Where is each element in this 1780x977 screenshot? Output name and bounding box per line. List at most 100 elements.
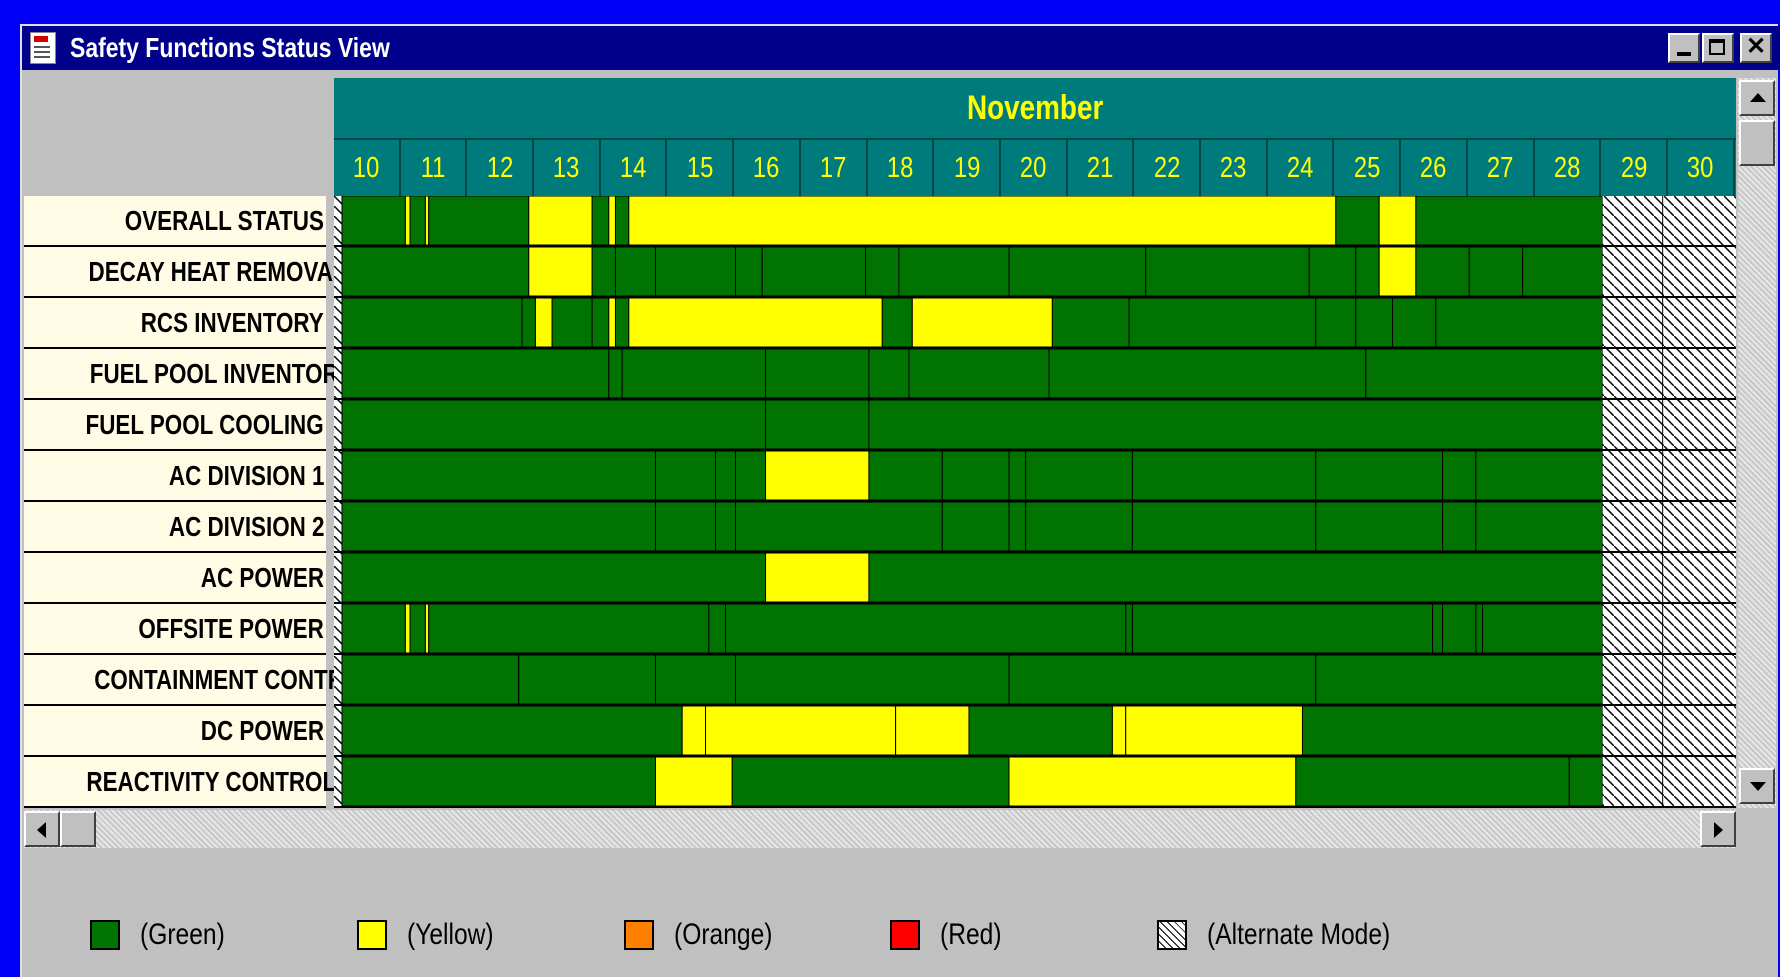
green-status-segment[interactable] bbox=[765, 348, 870, 399]
row-label[interactable]: REACTIVITY CONTROL bbox=[24, 757, 336, 808]
green-status-segment[interactable] bbox=[1301, 705, 1604, 756]
green-status-segment[interactable] bbox=[341, 246, 530, 297]
yellow-status-segment[interactable] bbox=[1111, 705, 1127, 756]
horizontal-scrollbar[interactable] bbox=[24, 810, 1736, 848]
yellow-status-segment[interactable] bbox=[705, 705, 897, 756]
green-status-segment[interactable] bbox=[1315, 654, 1604, 705]
green-status-segment[interactable] bbox=[1125, 603, 1133, 654]
green-status-segment[interactable] bbox=[1568, 756, 1604, 807]
green-status-segment[interactable] bbox=[409, 603, 426, 654]
status-row[interactable] bbox=[334, 450, 1736, 501]
green-status-segment[interactable] bbox=[1295, 756, 1570, 807]
yellow-status-segment[interactable] bbox=[654, 756, 733, 807]
green-status-segment[interactable] bbox=[409, 196, 426, 246]
yellow-status-segment[interactable] bbox=[1378, 196, 1417, 246]
vertical-scrollbar[interactable] bbox=[1738, 78, 1776, 808]
row-label[interactable]: OFFSITE POWER bbox=[24, 604, 326, 655]
status-row[interactable] bbox=[334, 246, 1736, 297]
yellow-status-segment[interactable] bbox=[628, 297, 883, 348]
status-row[interactable] bbox=[334, 196, 1736, 246]
green-status-segment[interactable] bbox=[551, 297, 593, 348]
yellow-status-segment[interactable] bbox=[1125, 705, 1303, 756]
yellow-status-segment[interactable] bbox=[895, 705, 970, 756]
row-label[interactable]: AC DIVISION 1 bbox=[24, 451, 326, 502]
row-label[interactable]: DC POWER bbox=[24, 706, 326, 757]
green-status-segment[interactable] bbox=[1365, 348, 1604, 399]
row-label[interactable]: FUEL POOL COOLING bbox=[24, 400, 326, 451]
status-row[interactable] bbox=[334, 756, 1736, 807]
green-status-segment[interactable] bbox=[1048, 348, 1367, 399]
horizontal-scroll-thumb[interactable] bbox=[60, 811, 96, 847]
green-status-segment[interactable] bbox=[341, 297, 523, 348]
green-status-segment[interactable] bbox=[341, 654, 520, 705]
yellow-status-segment[interactable] bbox=[608, 297, 616, 348]
green-status-segment[interactable] bbox=[731, 756, 1010, 807]
green-status-segment[interactable] bbox=[1442, 501, 1477, 552]
green-status-segment[interactable] bbox=[715, 501, 737, 552]
green-status-segment[interactable] bbox=[341, 450, 656, 501]
green-status-segment[interactable] bbox=[654, 246, 737, 297]
green-status-segment[interactable] bbox=[591, 196, 610, 246]
status-row[interactable] bbox=[334, 552, 1736, 603]
green-status-segment[interactable] bbox=[1008, 450, 1027, 501]
green-status-segment[interactable] bbox=[941, 450, 1010, 501]
green-status-segment[interactable] bbox=[654, 654, 737, 705]
green-status-segment[interactable] bbox=[1308, 246, 1357, 297]
green-status-segment[interactable] bbox=[1415, 246, 1470, 297]
yellow-status-segment[interactable] bbox=[528, 196, 593, 246]
green-status-segment[interactable] bbox=[1008, 501, 1027, 552]
green-status-segment[interactable] bbox=[1475, 603, 1484, 654]
yellow-status-segment[interactable] bbox=[528, 246, 593, 297]
green-status-segment[interactable] bbox=[614, 196, 630, 246]
scroll-up-button[interactable] bbox=[1739, 80, 1775, 116]
green-status-segment[interactable] bbox=[1025, 450, 1133, 501]
row-label[interactable]: AC POWER bbox=[24, 553, 326, 604]
green-status-segment[interactable] bbox=[735, 501, 943, 552]
green-status-segment[interactable] bbox=[1025, 501, 1133, 552]
status-row[interactable] bbox=[334, 399, 1736, 450]
green-status-segment[interactable] bbox=[908, 348, 1050, 399]
green-status-segment[interactable] bbox=[868, 399, 1604, 450]
green-status-segment[interactable] bbox=[341, 603, 406, 654]
green-status-segment[interactable] bbox=[868, 348, 910, 399]
green-status-segment[interactable] bbox=[591, 246, 616, 297]
yellow-status-segment[interactable] bbox=[534, 297, 553, 348]
status-row[interactable] bbox=[334, 348, 1736, 399]
scroll-right-button[interactable] bbox=[1700, 811, 1736, 847]
row-label[interactable]: DECAY HEAT REMOVAL bbox=[24, 247, 347, 298]
green-status-segment[interactable] bbox=[341, 196, 406, 246]
yellow-status-segment[interactable] bbox=[911, 297, 1053, 348]
green-status-segment[interactable] bbox=[518, 654, 656, 705]
green-status-segment[interactable] bbox=[341, 348, 610, 399]
green-status-segment[interactable] bbox=[765, 399, 870, 450]
yellow-status-segment[interactable] bbox=[608, 196, 616, 246]
green-status-segment[interactable] bbox=[865, 246, 900, 297]
green-status-segment[interactable] bbox=[1128, 297, 1317, 348]
green-status-segment[interactable] bbox=[1008, 654, 1317, 705]
yellow-status-segment[interactable] bbox=[681, 705, 707, 756]
green-status-segment[interactable] bbox=[715, 450, 737, 501]
green-status-segment[interactable] bbox=[521, 297, 536, 348]
green-status-segment[interactable] bbox=[735, 246, 763, 297]
yellow-status-segment[interactable] bbox=[628, 196, 1337, 246]
green-status-segment[interactable] bbox=[654, 501, 717, 552]
green-status-segment[interactable] bbox=[1355, 246, 1380, 297]
green-status-segment[interactable] bbox=[1145, 246, 1310, 297]
row-label[interactable]: RCS INVENTORY bbox=[24, 298, 326, 349]
green-status-segment[interactable] bbox=[708, 603, 727, 654]
yellow-status-segment[interactable] bbox=[1008, 756, 1297, 807]
green-status-segment[interactable] bbox=[654, 450, 717, 501]
green-status-segment[interactable] bbox=[1435, 297, 1604, 348]
row-label[interactable]: OVERALL STATUS bbox=[24, 196, 326, 247]
green-status-segment[interactable] bbox=[968, 705, 1113, 756]
green-status-segment[interactable] bbox=[1415, 196, 1604, 246]
yellow-status-segment[interactable] bbox=[424, 603, 430, 654]
green-status-segment[interactable] bbox=[428, 603, 710, 654]
green-status-segment[interactable] bbox=[1468, 246, 1524, 297]
scroll-down-button[interactable] bbox=[1739, 768, 1775, 804]
row-label[interactable]: CONTAINMENT CONTROL bbox=[24, 655, 375, 706]
green-status-segment[interactable] bbox=[898, 246, 1010, 297]
scroll-left-button[interactable] bbox=[24, 811, 60, 847]
green-status-segment[interactable] bbox=[341, 399, 767, 450]
green-status-segment[interactable] bbox=[735, 450, 767, 501]
